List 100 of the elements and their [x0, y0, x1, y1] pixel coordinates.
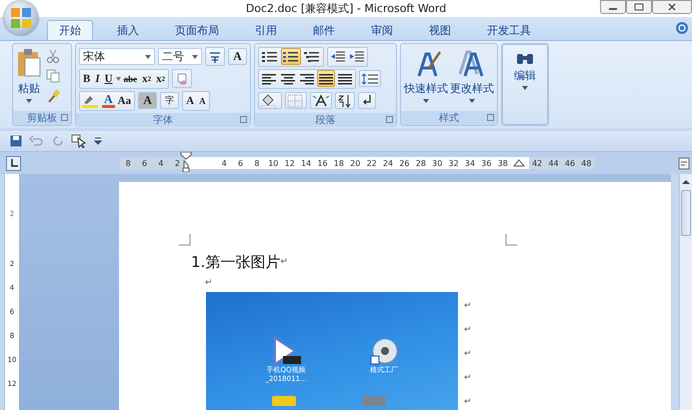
alignment-icon	[281, 72, 295, 84]
eraser-icon	[175, 72, 190, 86]
ruler-number: 16	[316, 158, 329, 168]
character-border-button[interactable]: A	[228, 48, 247, 65]
shrink-font-button[interactable]: A	[197, 92, 208, 109]
document-heading: 1.第一张图片	[191, 252, 280, 272]
right-indent-marker-icon[interactable]	[512, 159, 525, 167]
line-spacing-button[interactable]	[359, 70, 381, 87]
font-style-button[interactable]: B	[81, 70, 92, 87]
ruler-number: 24	[382, 158, 394, 168]
ribbon-tab[interactable]: 邮件	[301, 20, 347, 40]
indent-icon	[350, 50, 364, 62]
close-icon	[667, 3, 677, 11]
phonetic-guide-button[interactable]	[205, 47, 225, 66]
app-tile-icon	[362, 396, 386, 406]
ruler-number: 18	[332, 158, 345, 168]
customize-caret-icon[interactable]	[94, 137, 102, 145]
sort-icon	[337, 94, 353, 108]
ruler-number: 36	[480, 158, 492, 168]
enclose-characters-button[interactable]: 字	[160, 92, 180, 109]
font-color-button[interactable]: A	[102, 94, 115, 108]
align-button[interactable]	[317, 70, 335, 87]
ribbon-tab[interactable]: 视图	[417, 20, 463, 40]
maximize-button[interactable]	[626, 0, 652, 14]
ruler-number: 48	[580, 158, 592, 168]
paragraph-mark: ↵	[280, 256, 288, 269]
sort-button[interactable]	[335, 92, 355, 109]
paragraph-mark: ↵	[205, 277, 214, 290]
ruler-number: 10	[267, 158, 280, 168]
asian-layout-button[interactable]	[310, 92, 332, 109]
character-shading-button[interactable]: A	[138, 92, 158, 109]
group-label: 样式	[439, 112, 459, 125]
scroll-thumb[interactable]	[681, 190, 691, 236]
paragraph-mark: ↵	[464, 300, 472, 313]
view-ruler-icon[interactable]	[678, 156, 690, 170]
ruler-number: 12	[284, 158, 296, 168]
list-button[interactable]	[281, 48, 301, 65]
ribbon-tab[interactable]: 开发工具	[475, 20, 543, 40]
clear-formatting-button[interactable]	[172, 69, 192, 88]
help-icon[interactable]	[675, 21, 689, 35]
paragraph-marks-button[interactable]	[358, 92, 376, 109]
caret-icon	[522, 86, 528, 90]
scissors-icon[interactable]	[46, 49, 60, 63]
caret-icon	[116, 76, 121, 80]
scroll-up-icon[interactable]	[681, 178, 691, 186]
paragraph-mark: ↵	[464, 324, 472, 337]
ruler-number: 22	[366, 158, 378, 168]
ribbon-tab[interactable]: 审阅	[359, 20, 405, 40]
cursor-icon[interactable]	[71, 134, 87, 148]
grow-font-button[interactable]: A	[184, 92, 196, 109]
ruler-number: 4	[220, 158, 228, 168]
format-painter-icon[interactable]	[46, 89, 60, 103]
ruler-number: 6	[236, 158, 244, 168]
clipboard-icon	[16, 48, 42, 78]
dialog-launcher-icon[interactable]	[240, 116, 247, 123]
ribbon-tab[interactable]: 引用	[243, 20, 289, 40]
change-case-button[interactable]: Aa	[116, 92, 134, 109]
caret-icon	[192, 54, 198, 58]
font-size-dropdown[interactable]: 二号	[158, 48, 202, 65]
ruler-number: 34	[464, 158, 476, 168]
vertical-scrollbar[interactable]	[679, 174, 692, 410]
corner-mark-icon	[505, 234, 517, 246]
border-grid-icon	[287, 94, 305, 108]
style-button[interactable]: 快速样式	[403, 46, 449, 109]
app-tile-icon	[272, 396, 296, 406]
shading-button[interactable]	[258, 92, 282, 109]
save-icon[interactable]	[10, 135, 22, 147]
ribbon-tab[interactable]: 开始	[47, 20, 93, 40]
font-style-button[interactable]: I	[93, 70, 102, 87]
editing-button[interactable]: 编辑	[502, 44, 548, 125]
indent-marker-icon[interactable]	[180, 152, 194, 172]
alignment-icon	[262, 72, 276, 84]
font-style-button[interactable]: U	[102, 70, 115, 87]
left-tab-icon	[10, 159, 18, 167]
style-button[interactable]: 更改样式	[449, 46, 495, 109]
dialog-launcher-icon[interactable]	[61, 114, 68, 121]
paste-button[interactable]: 粘贴	[15, 46, 43, 105]
font-name-dropdown[interactable]: 宋体	[79, 48, 155, 65]
font-style-button[interactable]: abe	[122, 70, 140, 87]
caret-icon	[144, 54, 151, 58]
tab-selector-button[interactable]	[6, 156, 21, 170]
group-label: 段落	[316, 114, 336, 127]
list-icon	[262, 50, 278, 62]
caret-icon	[26, 99, 32, 103]
dialog-launcher-icon[interactable]	[487, 114, 494, 121]
ruler-number: 14	[300, 158, 312, 168]
dialog-launcher-icon[interactable]	[386, 116, 393, 123]
ribbon-tab[interactable]: 页面布局	[163, 20, 231, 40]
ruler-number: 46	[564, 158, 576, 168]
ruler-number: 8	[124, 158, 132, 168]
ruler-number: 4	[157, 158, 165, 168]
close-button[interactable]	[652, 0, 692, 14]
ruler-number: 38	[496, 158, 509, 168]
alignment-icon	[338, 72, 352, 84]
minimize-button[interactable]	[600, 0, 626, 14]
highlighter-icon[interactable]	[81, 94, 101, 108]
group-label: 剪贴板	[27, 112, 57, 125]
corner-mark-icon	[179, 234, 191, 246]
paragraph-mark: ↵	[464, 348, 472, 361]
ribbon-tab[interactable]: 插入	[105, 20, 151, 40]
